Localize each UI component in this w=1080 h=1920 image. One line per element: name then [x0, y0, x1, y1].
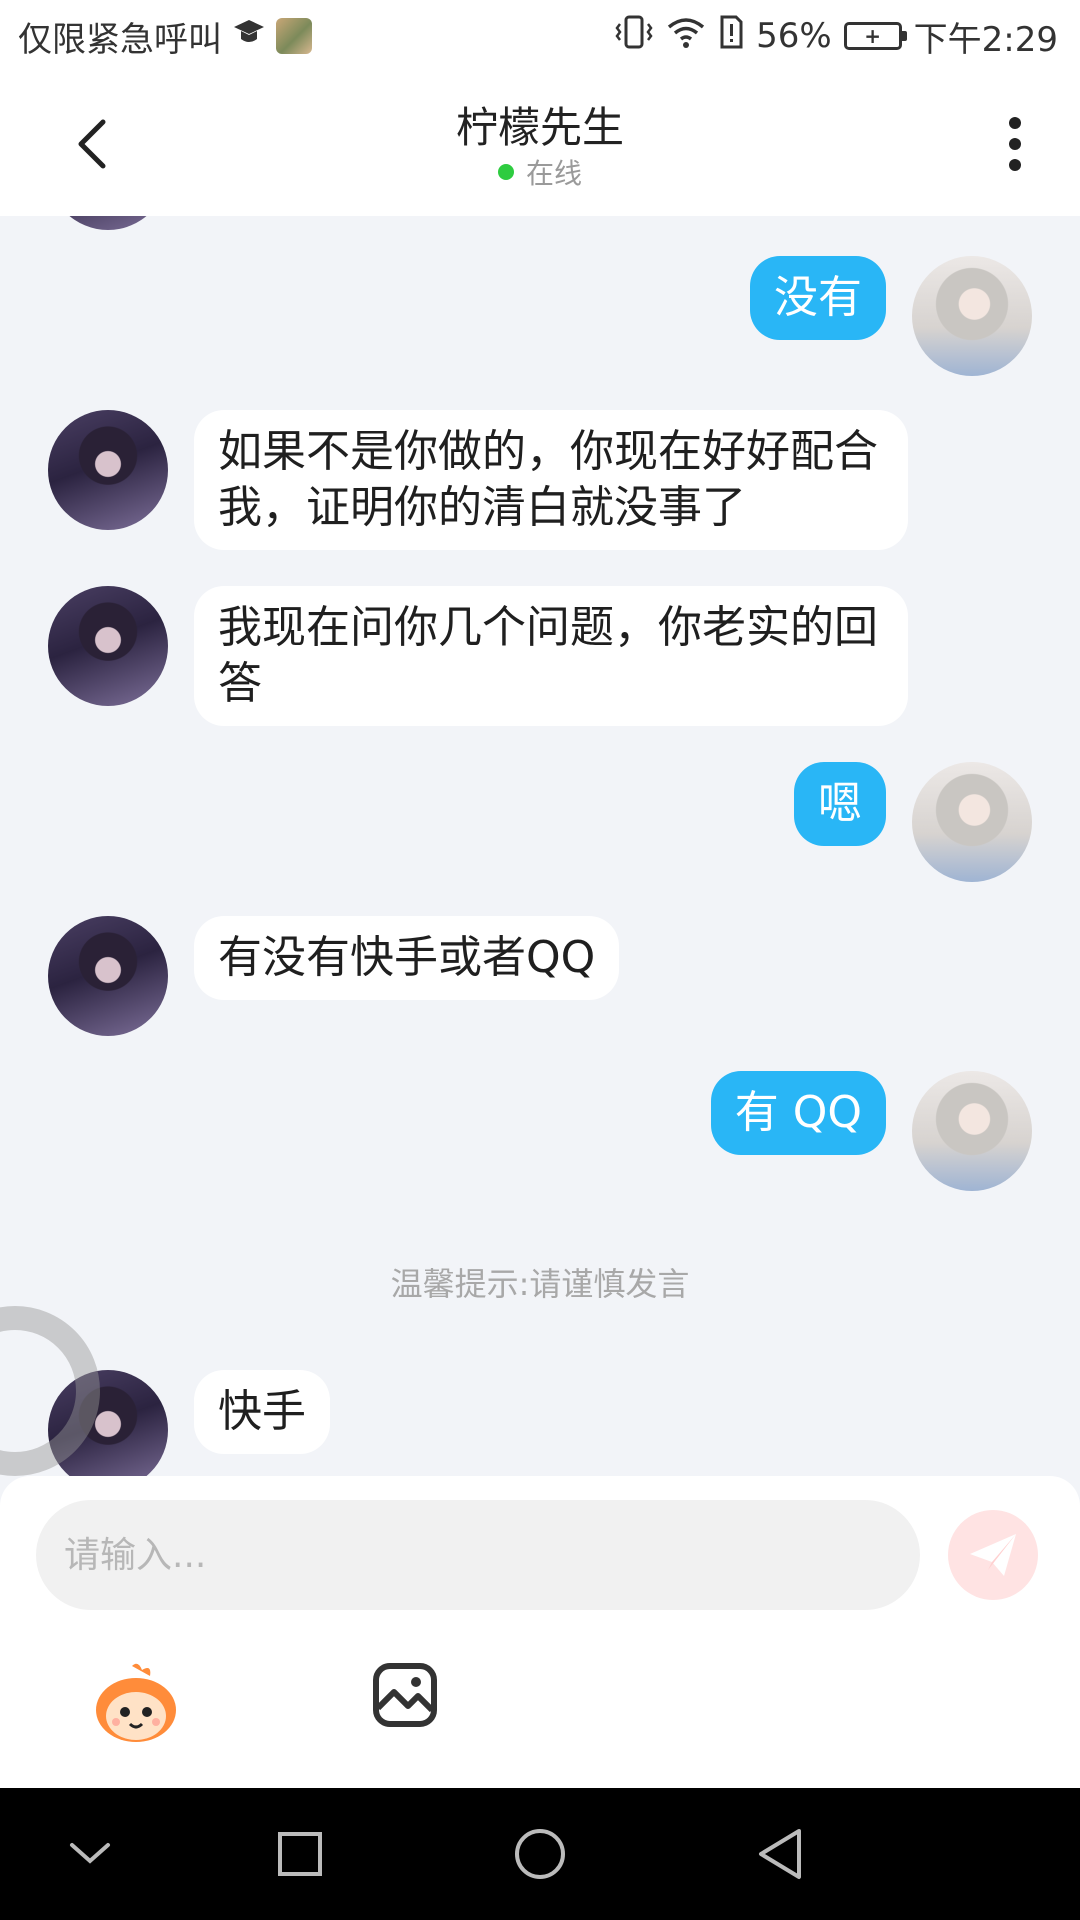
nav-recents-button[interactable]	[264, 1818, 336, 1890]
battery-percent: 56%	[756, 16, 832, 56]
image-button[interactable]	[372, 1662, 438, 1728]
back-triangle-icon	[759, 1829, 801, 1879]
home-icon	[515, 1829, 565, 1879]
alert-icon	[718, 15, 744, 58]
game-app-icon	[276, 18, 312, 54]
chat-header: 柠檬先生 在线	[0, 72, 1080, 216]
send-icon	[970, 1534, 1016, 1576]
vibrate-icon	[614, 15, 654, 58]
system-tip: 温馨提示:请谨慎发言	[390, 1265, 690, 1303]
avatar[interactable]	[48, 586, 168, 706]
graduation-cap-icon	[232, 16, 266, 57]
avatar[interactable]	[48, 216, 168, 230]
avatar[interactable]	[912, 1071, 1032, 1191]
status-bar: 仅限紧急呼叫 56% + 下午2:29	[0, 0, 1080, 72]
nav-collapse-button[interactable]	[54, 1818, 126, 1890]
emoji-mascot-icon	[96, 1663, 176, 1742]
nav-back-button[interactable]	[744, 1818, 816, 1890]
avatar[interactable]	[48, 916, 168, 1036]
status-time: 下午2:29	[913, 19, 1058, 60]
more-options-button[interactable]	[990, 112, 1040, 176]
avatar[interactable]	[48, 410, 168, 530]
input-area	[0, 1476, 1080, 1788]
image-icon	[373, 1663, 437, 1727]
network-status-text: 仅限紧急呼叫	[18, 19, 222, 60]
more-vertical-icon	[1009, 117, 1021, 171]
wifi-icon	[666, 15, 706, 58]
contact-name: 柠檬先生	[455, 103, 624, 152]
message-bubble-self[interactable]: 嗯	[794, 762, 886, 846]
online-status: 在线	[0, 152, 1080, 192]
message-bubble-self[interactable]: 有 QQ	[710, 1071, 886, 1155]
message-bubble-other[interactable]: 有没有快手或者QQ	[194, 916, 620, 1000]
status-left: 仅限紧急呼叫	[18, 12, 312, 61]
nav-home-button[interactable]	[504, 1818, 576, 1890]
chat-message-list[interactable]: 没有 如果不是你做的，你现在好好配合我，证明你的清白就没事了 我现在问你几个问题…	[0, 216, 1080, 1476]
message-bubble-other[interactable]: 快手	[194, 1370, 330, 1454]
status-right: 56% + 下午2:29	[602, 12, 1058, 61]
avatar[interactable]	[912, 762, 1032, 882]
collapse-icon	[70, 1843, 110, 1864]
emoji-button[interactable]	[92, 1662, 180, 1746]
online-dot-icon	[497, 164, 514, 180]
message-bubble-other[interactable]: 如果不是你做的，你现在好好配合我，证明你的清白就没事了	[194, 410, 908, 550]
send-button[interactable]	[948, 1510, 1038, 1600]
system-nav-bar	[0, 1788, 1080, 1920]
message-bubble-self[interactable]: 没有	[750, 256, 886, 340]
message-input[interactable]	[36, 1500, 920, 1610]
message-bubble-other[interactable]: 我现在问你几个问题，你老实的回答	[194, 586, 908, 726]
recents-icon	[278, 1832, 322, 1876]
online-status-text: 在线	[525, 157, 582, 190]
battery-charging-icon: +	[843, 22, 907, 50]
avatar[interactable]	[912, 256, 1032, 376]
